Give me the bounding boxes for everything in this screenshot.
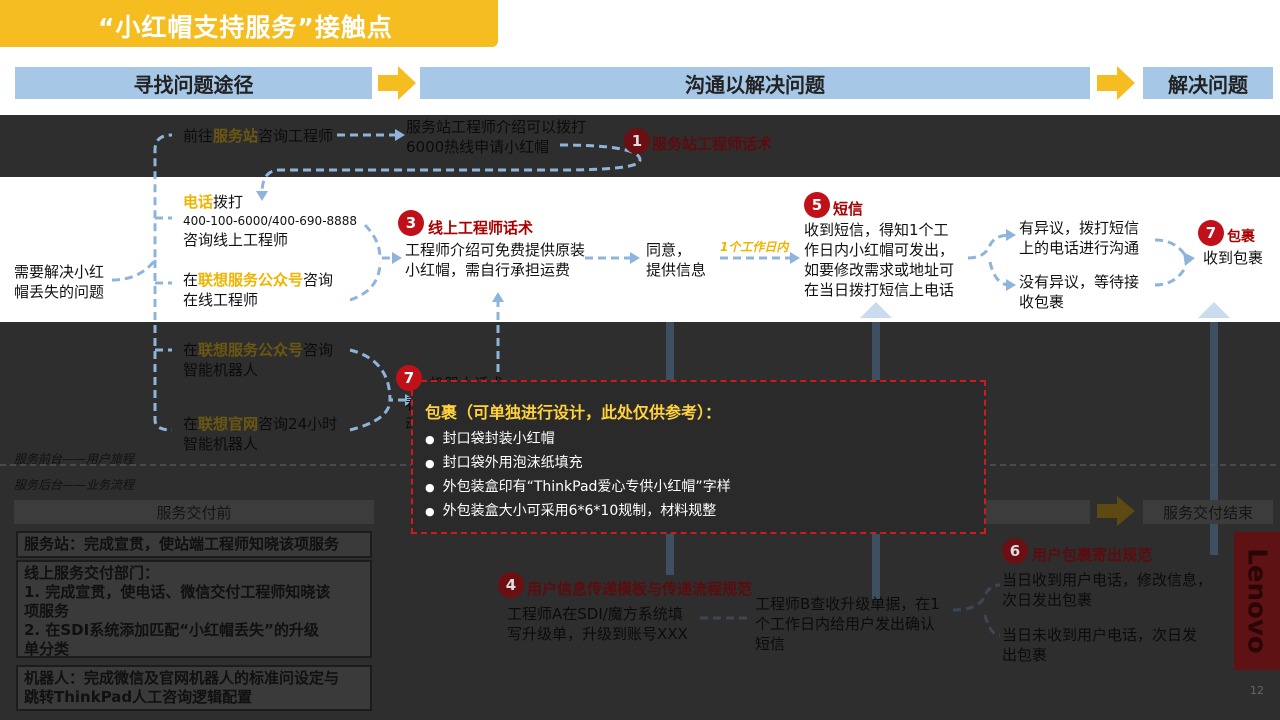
same-day-node: 当日收到用户电话，修改信息， 次日发出包裹: [1002, 571, 1213, 609]
badge-6: 6: [1002, 538, 1028, 564]
badge-7: 7: [1198, 220, 1224, 246]
callout-item: 外包装盒大小可采用6*6*10规制，材料规整: [425, 500, 717, 520]
back-phase-before: 服务交付前: [14, 500, 374, 524]
within-day-label: 1个工作日内: [720, 240, 789, 254]
start-node: 需要解决小红 帽丢失的问题: [14, 263, 105, 301]
agree-node: 同意， 提供信息: [646, 241, 707, 279]
badge-1: 1: [624, 128, 650, 154]
objection-node: 有异议，拨打短信 上的电话进行沟通: [1019, 219, 1140, 257]
back-phase-after: 服务交付结束: [1143, 500, 1273, 524]
badge-7-label: 包裹: [1227, 229, 1255, 245]
back-box-robot: 机器人：完成微信及官网机器人的标准问设定与 跳转ThinkPad人工咨询逻辑配置: [16, 665, 372, 711]
engineer-a-node: 工程师A在SDI/魔方系统填 写升级单，升级到账号XXX: [507, 605, 688, 643]
callout-item: 封口袋封装小红帽: [425, 428, 555, 448]
badge-5: 5: [804, 192, 830, 218]
service-station-node: 前往服务站咨询工程师: [183, 127, 334, 145]
no-objection-node: 没有异议，等待接 收包裹: [1019, 273, 1140, 311]
engineer-b-node: 工程师B查收升级单据，在1 个工作日内给用户发出确认 短信: [755, 595, 940, 653]
badge-5-label: 短信: [833, 200, 864, 218]
badge-7-callout: 7: [396, 365, 422, 391]
engineer-intro-node: 工程师介绍可免费提供原装 小红帽，需自行承担运费: [405, 241, 586, 279]
wechat-bot-node: 在联想服务公众号咨询 智能机器人: [183, 341, 334, 379]
badge-4: 4: [498, 572, 524, 598]
site-bot-node: 在联想官网咨询24小时 智能机器人: [183, 415, 338, 453]
sms-node: 收到短信，得知1个工 作日内小红帽可发出， 如要修改需求或地址可 在当日拨打短信上电话: [804, 221, 955, 299]
not-same-day-node: 当日未收到用户电话，次日发 出包裹: [1002, 626, 1198, 664]
phone-node: 电话拨打 400-100-6000/400-690-8888 咨询线上工程师: [183, 193, 358, 249]
badge-6-label: 用户包裹寄出规范: [1032, 546, 1153, 564]
badge-3-label: 线上工程师话术: [428, 219, 534, 237]
badge-1-label: 服务站工程师话术: [652, 135, 773, 153]
frontstage-label: 服务前台——用户旅程: [14, 452, 135, 466]
package-callout: 包裹（可单独进行设计，此处仅供参考）： 封口袋封装小红帽 封口袋外用泡沫纸填充 …: [411, 380, 986, 534]
back-box-station: 服务站：完成宣贯，使站端工程师知晓该项服务: [16, 531, 372, 558]
back-box-online: 线上服务交付部门： 1. 完成宣贯，使电话、微信交付工程师知晓该 项服务 2. …: [16, 560, 372, 658]
back-phase-arrow-icon: [1097, 496, 1135, 526]
wechat-node: 在联想服务公众号咨询 在线工程师: [183, 271, 334, 309]
badge-3: 3: [398, 210, 424, 236]
receive-node: 收到包裹: [1203, 249, 1264, 267]
callout-item: 外包装盒印有“ThinkPad爱心专供小红帽”字样: [425, 476, 731, 496]
backstage-label: 服务后台——业务流程: [14, 478, 135, 492]
page-number: 12: [1250, 684, 1264, 697]
lenovo-logo: Lenovo: [1234, 532, 1280, 670]
callout-title: 包裹（可单独进行设计，此处仅供参考）：: [425, 403, 722, 422]
station-intro-node: 服务站工程师介绍可以拨打 6000热线申请小红帽: [406, 118, 587, 156]
badge-4-label: 用户信息传递模板与传递流程规范: [527, 580, 753, 598]
callout-item: 封口袋外用泡沫纸填充: [425, 452, 583, 472]
